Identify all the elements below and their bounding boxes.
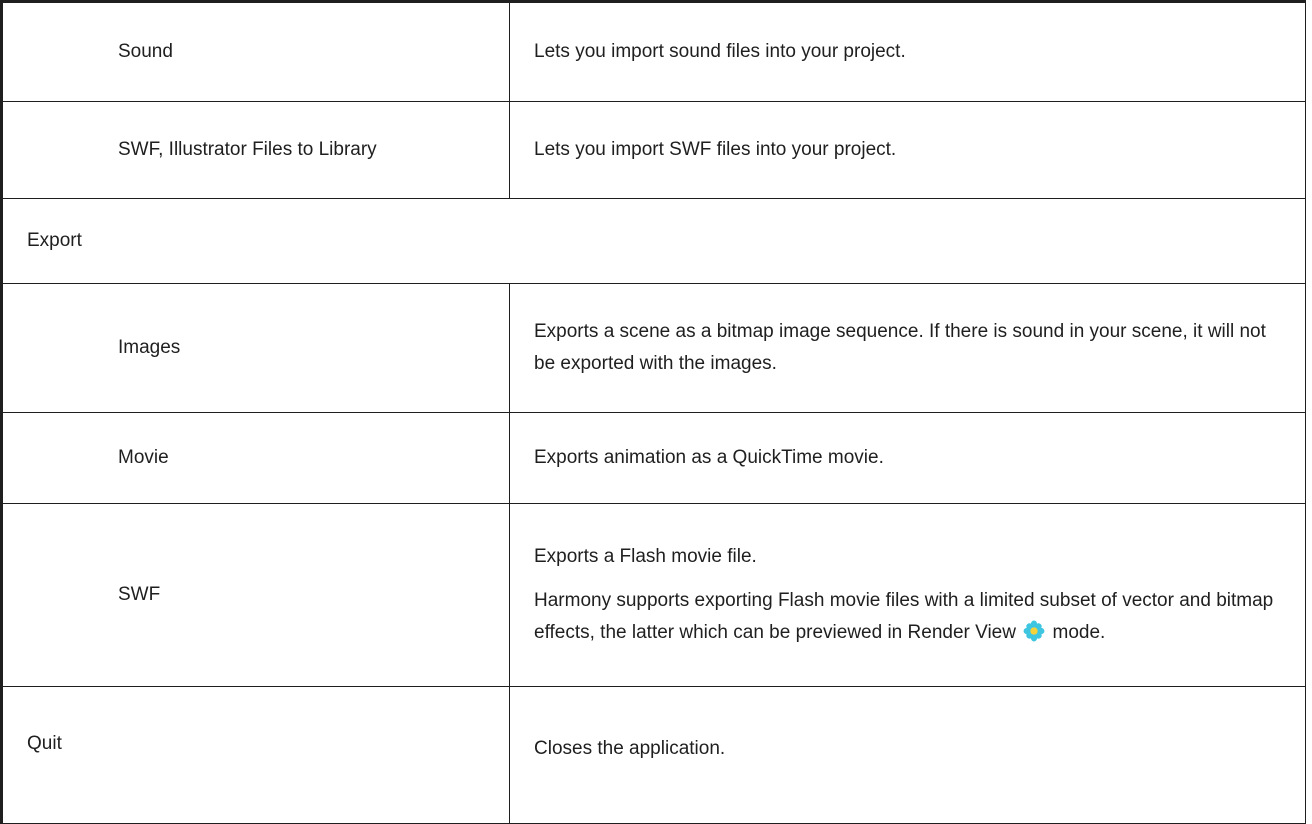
row-name-cell: Sound: [0, 0, 510, 102]
table-row: SWF, Illustrator Files to Library Lets y…: [0, 101, 1306, 199]
description-paragraph: Exports a Flash movie file.: [534, 546, 757, 567]
command-name: SWF, Illustrator Files to Library: [118, 139, 377, 160]
row-name-cell: Quit: [0, 686, 510, 824]
row-desc-cell: Exports a scene as a bitmap image sequen…: [509, 283, 1306, 413]
command-name: Quit: [27, 733, 62, 754]
row-desc-cell: Exports animation as a QuickTime movie.: [509, 412, 1306, 504]
row-name-cell: SWF, Illustrator Files to Library: [0, 101, 510, 199]
command-description: Lets you import sound files into your pr…: [534, 41, 906, 62]
section-row: Export: [0, 198, 1306, 284]
row-desc-cell: Closes the application.: [509, 686, 1306, 824]
section-title: Export: [27, 230, 82, 251]
section-cell: Export: [0, 198, 1306, 284]
row-name-cell: Movie: [0, 412, 510, 504]
row-name-cell: SWF: [0, 503, 510, 687]
menu-reference-table: Sound Lets you import sound files into y…: [0, 0, 1306, 824]
table-row: Sound Lets you import sound files into y…: [0, 0, 1306, 102]
command-description: Exports animation as a QuickTime movie.: [534, 447, 884, 468]
command-name: SWF: [118, 584, 161, 605]
command-description: Exports a Flash movie file. Harmony supp…: [510, 541, 1305, 649]
command-name: Movie: [118, 447, 169, 468]
row-desc-cell: Lets you import sound files into your pr…: [509, 0, 1306, 102]
description-paragraph: Harmony supports exporting Flash movie f…: [534, 585, 1281, 649]
description-text: mode.: [1052, 622, 1106, 643]
render-view-flower-icon: [1023, 620, 1045, 642]
command-description: Exports a scene as a bitmap image sequen…: [534, 321, 1266, 374]
row-desc-cell: Lets you import SWF files into your proj…: [509, 101, 1306, 199]
command-description: Lets you import SWF files into your proj…: [534, 139, 897, 160]
description-text: Harmony supports exporting Flash movie f…: [534, 590, 1274, 643]
row-desc-cell: Exports a Flash movie file. Harmony supp…: [509, 503, 1306, 687]
table-row: Movie Exports animation as a QuickTime m…: [0, 412, 1306, 504]
command-name: Sound: [118, 41, 173, 62]
table-row: SWF Exports a Flash movie file. Harmony …: [0, 503, 1306, 687]
table-row: Images Exports a scene as a bitmap image…: [0, 283, 1306, 413]
row-name-cell: Images: [0, 283, 510, 413]
command-name: Images: [118, 337, 181, 358]
command-description: Closes the application.: [534, 738, 726, 759]
table-row: Quit Closes the application.: [0, 686, 1306, 824]
